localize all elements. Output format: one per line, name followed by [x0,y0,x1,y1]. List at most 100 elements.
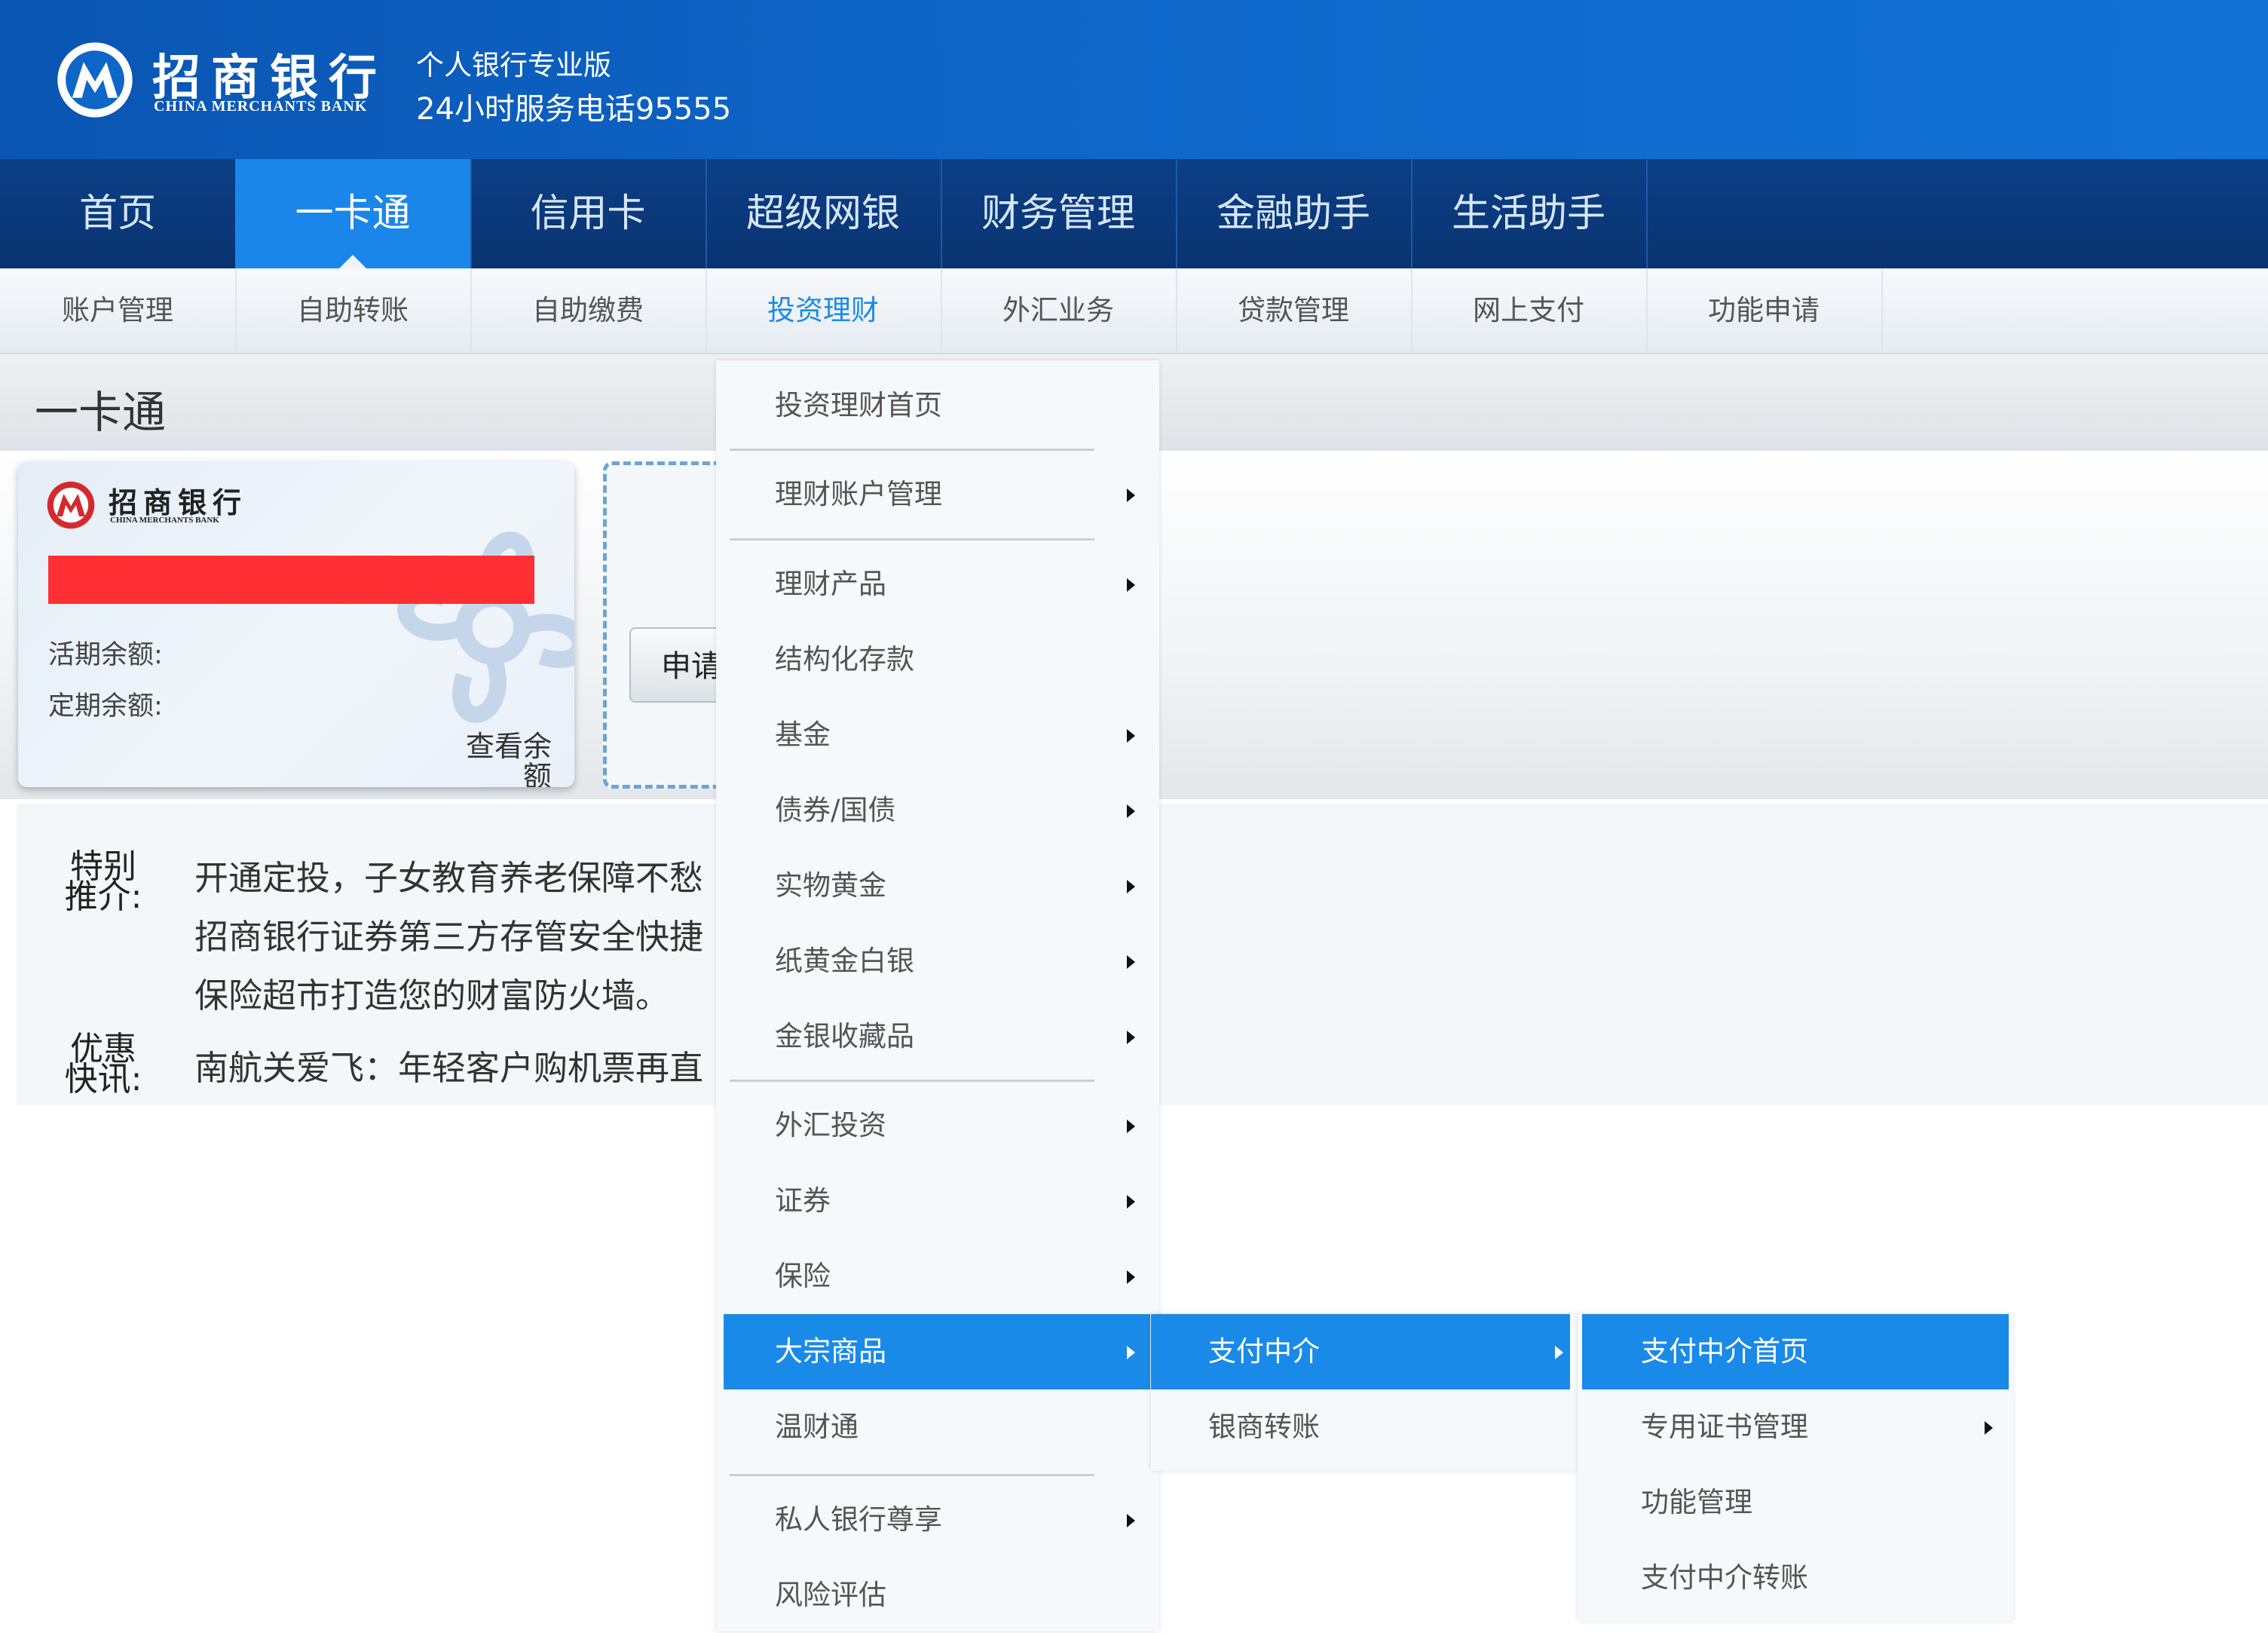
menu-item-bank-merchant-transfer[interactable]: 银商转账 [1151,1389,1578,1465]
menu-item-label: 支付中介转账 [1641,1561,1808,1594]
main-nav-super-ebank[interactable]: 超级网银 [705,159,942,268]
sub-nav-apply[interactable]: 功能申请 [1646,268,1883,353]
sub-nav: 账户管理 自助转账 自助缴费 投资理财 外汇业务 贷款管理 网上支付 功能申请 [0,268,2268,354]
menu-item-label: 理财产品 [775,568,886,600]
menu-item-risk-assessment[interactable]: 风险评估 [716,1558,1159,1633]
current-balance-label: 活期余额: [48,640,163,670]
header: 招商银行 CHINA MERCHANTS BANK 个人银行专业版 24小时服务… [0,0,2268,159]
main-nav-finance[interactable]: 财务管理 [941,159,1177,268]
card-brand-cn: 招商银行 [109,486,248,519]
service-hotline: 24小时服务电话95555 [416,92,732,127]
menu-item-intermediary-transfer[interactable]: 支付中介转账 [1578,1540,2013,1616]
main-nav-life-assistant[interactable]: 生活助手 [1411,159,1648,268]
main-nav-credit-card[interactable]: 信用卡 [470,159,707,268]
menu-item-label: 支付中介 [1208,1335,1320,1368]
menu-item-forex-invest[interactable]: 外汇投资 [716,1088,1159,1163]
menu-item-fund[interactable]: 基金 [716,697,1159,773]
redacted-card-number [48,556,534,604]
menu-divider [730,449,1094,451]
menu-item-payment-intermediary-home[interactable]: 支付中介首页 [1582,1314,2009,1389]
promo-link-2[interactable]: 招商银行证券第三方存管安全快捷 [194,909,703,958]
sub-nav-forex[interactable]: 外汇业务 [941,268,1177,353]
menu-item-label: 私人银行尊享 [775,1503,942,1536]
submenu-arrow-icon [1127,489,1135,502]
menu-item-insurance[interactable]: 保险 [716,1239,1159,1314]
menu-item-certificate-management[interactable]: 专用证书管理 [1578,1389,2013,1465]
brand-name-en: CHINA MERCHANTS BANK [154,98,368,115]
menu-item-label: 债券/国债 [775,794,896,826]
promo-link-3[interactable]: 保险超市打造您的财富防火墙。 [194,968,669,1017]
sub-nav-investment[interactable]: 投资理财 [705,268,942,353]
menu-item-collectibles[interactable]: 金银收藏品 [716,999,1159,1074]
menu-item-paper-gold[interactable]: 纸黄金白银 [716,924,1159,999]
menu-item-finance-account[interactable]: 理财账户管理 [716,457,1159,532]
menu-item-structured-deposit[interactable]: 结构化存款 [716,622,1159,697]
section-title: 一卡通 [35,387,167,438]
menu-item-label: 功能管理 [1641,1486,1752,1518]
submenu-arrow-icon [1127,729,1135,743]
menu-divider [730,538,1094,541]
sub-nav-transfer[interactable]: 自助转账 [235,268,472,353]
cmb-logo-icon[interactable] [54,39,136,121]
main-nav-financial-assistant[interactable]: 金融助手 [1176,159,1413,268]
view-balance-link[interactable]: 查看余额 [454,731,552,787]
menu-item-label: 理财账户管理 [775,478,942,510]
commodities-submenu: 支付中介 银商转账 [1151,1314,1578,1471]
offer-link[interactable]: 南航关爱飞：年轻客户购机票再直 [194,1040,703,1089]
card-watermark-flower-icon [397,532,574,723]
menu-item-label: 大宗商品 [775,1335,886,1368]
menu-item-label: 实物黄金 [775,869,886,902]
payment-intermediary-submenu: 支付中介首页 专用证书管理 功能管理 支付中介转账 [1578,1314,2013,1621]
submenu-arrow-icon [1127,880,1135,893]
menu-item-private-banking[interactable]: 私人银行尊享 [716,1482,1159,1558]
menu-item-label: 专用证书管理 [1641,1411,1808,1443]
active-caret-icon [339,255,366,268]
menu-item-label: 保险 [775,1260,831,1292]
menu-item-label: 风险评估 [775,1579,886,1611]
menu-item-label: 证券 [775,1184,831,1217]
submenu-arrow-icon [1127,1195,1135,1209]
menu-item-securities[interactable]: 证券 [716,1163,1159,1239]
submenu-arrow-icon [1127,1270,1135,1284]
offer-label: 优惠快讯: [64,1030,142,1098]
menu-item-label: 金银收藏品 [775,1020,914,1052]
main-nav: 首页 一卡通 信用卡 超级网银 财务管理 金融助手 生活助手 [0,159,2268,268]
card-cmb-logo-icon [47,481,95,529]
menu-item-label: 基金 [775,718,831,751]
submenu-arrow-icon [1127,955,1135,969]
menu-item-label: 支付中介首页 [1641,1335,1808,1368]
sub-nav-account[interactable]: 账户管理 [0,268,237,353]
menu-item-label: 纸黄金白银 [775,945,914,977]
menu-item-label: 外汇投资 [775,1109,886,1141]
menu-item-function-management[interactable]: 功能管理 [1578,1465,2013,1540]
submenu-arrow-icon [1127,578,1135,592]
main-nav-card-label: 一卡通 [295,191,411,236]
sub-nav-loan[interactable]: 贷款管理 [1176,268,1413,353]
menu-item-label: 结构化存款 [775,643,914,676]
sub-nav-online-pay[interactable]: 网上支付 [1411,268,1648,353]
menu-divider [730,1080,1094,1082]
menu-item-label: 温财通 [775,1411,859,1443]
menu-item-investment-home[interactable]: 投资理财首页 [716,368,1159,443]
menu-item-label: 投资理财首页 [775,389,942,421]
menu-item-physical-gold[interactable]: 实物黄金 [716,848,1159,924]
menu-item-bonds[interactable]: 债券/国债 [716,773,1159,848]
submenu-arrow-icon [1127,1514,1135,1527]
main-nav-card[interactable]: 一卡通 [235,159,472,268]
menu-divider [730,1474,1094,1476]
main-nav-home[interactable]: 首页 [0,159,237,268]
menu-item-label: 银商转账 [1208,1411,1320,1443]
submenu-arrow-icon [1555,1346,1563,1359]
submenu-arrow-icon [1127,804,1135,818]
submenu-arrow-icon [1127,1346,1135,1359]
sub-nav-payment[interactable]: 自助缴费 [470,268,707,353]
bank-card[interactable]: 招商银行 CHINA MERCHANTS BANK 活期余额: 定期余额: 查看… [18,461,574,787]
menu-item-payment-intermediary[interactable]: 支付中介 [1151,1314,1570,1389]
card-brand-en: CHINA MERCHANTS BANK [110,516,219,525]
menu-item-finance-products[interactable]: 理财产品 [716,547,1159,622]
fixed-balance-label: 定期余额: [48,691,163,722]
menu-item-wencaitong[interactable]: 温财通 [716,1389,1159,1465]
menu-item-commodities[interactable]: 大宗商品 [724,1314,1150,1389]
submenu-arrow-icon [1127,1120,1135,1133]
promo-link-1[interactable]: 开通定投，子女教育养老保障不愁 [194,850,703,899]
